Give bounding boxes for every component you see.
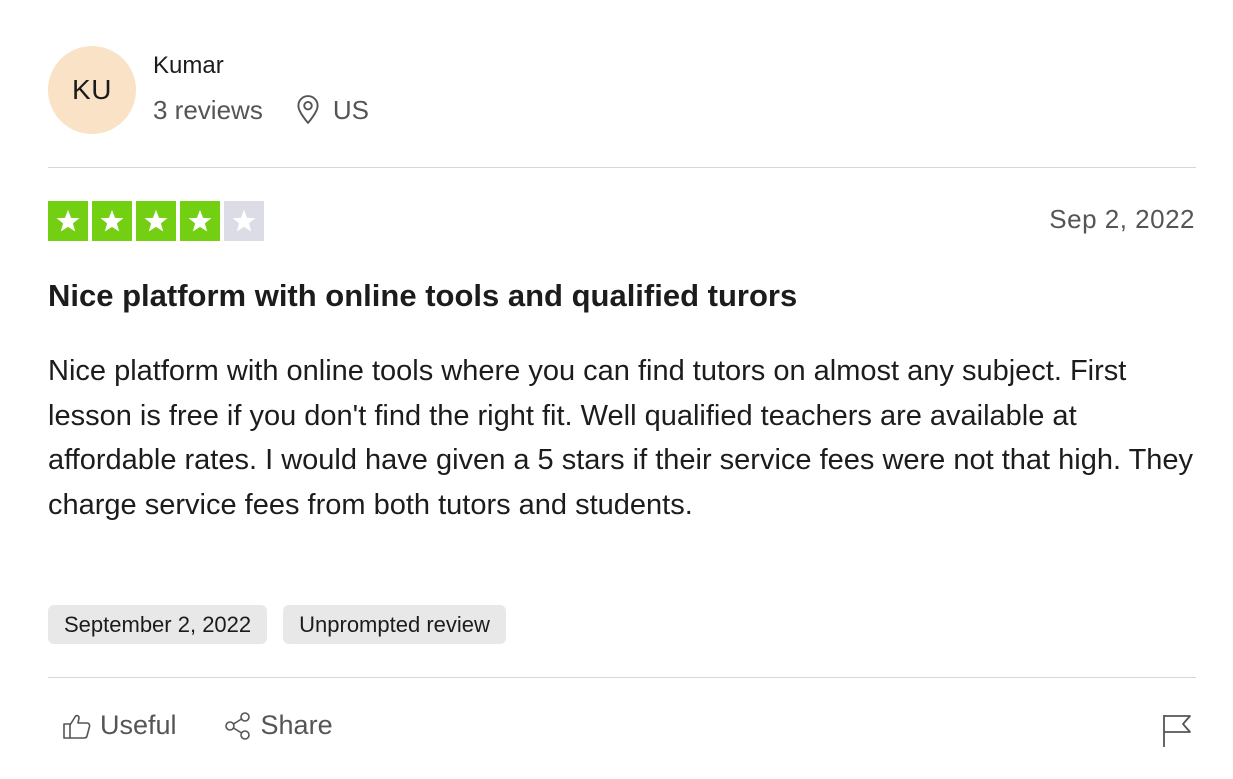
reviewer-header: KU Kumar 3 reviews US [48, 46, 369, 134]
star-rating [48, 201, 264, 241]
reviewer-name[interactable]: Kumar [153, 51, 369, 81]
review-body: Nice platform with online tools where yo… [48, 355, 1194, 521]
avatar[interactable]: KU [48, 46, 136, 134]
reviewer-info: Kumar 3 reviews US [153, 52, 369, 126]
review-date: Sep 2, 2022 [1049, 204, 1195, 234]
share-button[interactable]: Share [223, 710, 333, 741]
flag-icon [1163, 715, 1191, 747]
share-label: Share [260, 710, 333, 740]
review-actions: Useful Share [62, 710, 379, 741]
share-icon [224, 711, 250, 740]
reviewer-meta: 3 reviews US [153, 95, 369, 126]
reviews-count: 3 reviews [153, 94, 263, 125]
experience-date-badge[interactable]: September 2, 2022 [48, 605, 268, 644]
review-tags: September 2, 2022 Unprompted review [48, 605, 506, 644]
star-filled-icon [48, 201, 88, 241]
review-card: KU Kumar 3 reviews US Sep 2, 2022 Nice p… [0, 0, 1233, 779]
footer-divider [48, 677, 1196, 678]
star-filled-icon [92, 201, 132, 241]
location-pin-icon [295, 95, 321, 125]
star-filled-icon [180, 201, 220, 241]
header-divider [48, 167, 1196, 168]
star-empty-icon [224, 201, 264, 241]
review-type-badge[interactable]: Unprompted review [283, 605, 506, 644]
thumbs-up-icon [63, 714, 91, 739]
report-button[interactable] [1161, 713, 1193, 749]
review-title[interactable]: Nice platform with online tools and qual… [48, 276, 797, 316]
reviewer-location: US [332, 94, 369, 125]
useful-button[interactable]: Useful [62, 710, 177, 741]
star-filled-icon [136, 201, 176, 241]
useful-label: Useful [100, 710, 177, 740]
